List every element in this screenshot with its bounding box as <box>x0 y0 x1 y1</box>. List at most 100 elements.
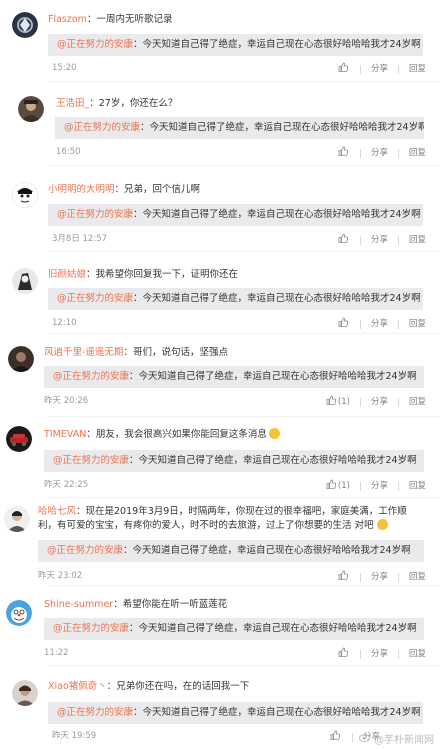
reply-button[interactable]: 回复 <box>409 318 426 330</box>
quoted-post[interactable]: @正在努力的安康：今天知道自己得了绝症，幸运自己现在心态很好哈哈哈我才24岁啊 <box>48 702 423 724</box>
comment-text: 哈哈七风：现在是2019年3月9日，时隔两年，你现在过的很幸福吧，家庭美满，工作… <box>38 506 407 531</box>
divider <box>397 649 399 659</box>
share-button[interactable]: 分享 <box>371 63 388 75</box>
username-link[interactable]: 哈哈七风 <box>38 506 76 517</box>
username-link[interactable]: Flaszom <box>48 14 87 25</box>
timestamp: 昨天 22:25 <box>44 480 89 490</box>
like-button[interactable] <box>338 146 350 160</box>
like-count: (1) <box>337 481 350 491</box>
quoted-post[interactable]: @正在努力的安康：今天知道自己得了绝症，幸运自己现在心态很好哈哈哈我才24岁啊 <box>44 618 424 640</box>
avatar[interactable] <box>6 600 32 626</box>
share-button[interactable]: 分享 <box>371 147 388 159</box>
share-button[interactable]: 分享 <box>371 648 388 660</box>
quoted-user-link[interactable]: @正在努力的安康 <box>57 39 133 50</box>
quoted-user-link[interactable]: @正在努力的安康 <box>57 707 133 718</box>
avatar[interactable] <box>6 426 32 452</box>
share-button[interactable]: 分享 <box>371 318 388 330</box>
comment-text: 旧颜姑娘：我希望你回复我一下，证明你还在 <box>48 269 239 280</box>
quoted-user-link[interactable]: @正在努力的安康 <box>57 293 133 304</box>
like-button[interactable] <box>338 317 350 331</box>
divider <box>397 572 399 582</box>
avatar[interactable] <box>12 12 38 38</box>
reply-button[interactable]: 回复 <box>409 480 426 492</box>
reply-button[interactable]: 回复 <box>409 234 426 246</box>
thumbs-up-icon <box>338 570 349 584</box>
action-bar: 分享 回复 <box>338 647 426 661</box>
username-link[interactable]: TIMEVAN <box>44 429 86 440</box>
share-button[interactable]: 分享 <box>371 480 388 492</box>
share-button[interactable]: 分享 <box>371 234 388 246</box>
divider <box>397 397 399 407</box>
quoted-user-link[interactable]: @正在努力的安康 <box>47 545 123 556</box>
timestamp: 16:50 <box>56 147 81 157</box>
quoted-user-link[interactable]: @正在努力的安康 <box>53 455 129 466</box>
username-link[interactable]: Xiao猪佩奇丶 <box>48 681 107 692</box>
reply-button[interactable]: 回复 <box>409 648 426 660</box>
quoted-post[interactable]: @正在努力的安康：今天知道自己得了绝症，幸运自己现在心态很好哈哈哈我才24岁啊 <box>44 450 424 472</box>
quoted-post[interactable]: @正在努力的安康：今天知道自己得了绝症，幸运自己现在心态很好哈哈哈我才24岁啊 <box>48 34 423 56</box>
avatar[interactable] <box>4 506 30 532</box>
quoted-post[interactable]: @正在努力的安康：今天知道自己得了绝症，幸运自己现在心态很好哈哈哈我才24岁啊 <box>48 288 423 310</box>
reply-button[interactable]: 回复 <box>409 396 426 408</box>
divider <box>359 235 361 245</box>
thumbs-up-icon <box>338 233 349 247</box>
like-button[interactable]: (1) <box>326 479 350 493</box>
comment-item: 小明明的大明明：兄弟，回个信儿啊 @正在努力的安康：今天知道自己得了绝症，幸运自… <box>0 166 440 252</box>
quoted-post[interactable]: @正在努力的安康：今天知道自己得了绝症，幸运自己现在心态很好哈哈哈我才24岁啊 <box>38 540 424 562</box>
comment-item: 王浩田_：27岁，你还在么？ @正在努力的安康：今天知道自己得了绝症，幸运自己现… <box>0 82 440 166</box>
action-bar: 分享 回复 <box>338 62 426 76</box>
reply-button[interactable]: 回复 <box>409 571 426 583</box>
like-button[interactable]: (1) <box>326 395 350 409</box>
comment-item: Flaszom：一周内无听歌记录 @正在努力的安康：今天知道自己得了绝症，幸运自… <box>0 0 440 82</box>
avatar[interactable] <box>12 268 38 294</box>
share-button[interactable]: 分享 <box>371 571 388 583</box>
avatar[interactable] <box>12 182 38 208</box>
like-button[interactable] <box>338 647 350 661</box>
quoted-user-link[interactable]: @正在努力的安康 <box>53 623 129 634</box>
quoted-post[interactable]: @正在努力的安康：今天知道自己得了绝症，幸运自己现在心态很好哈哈哈我才24岁啊 <box>44 366 424 388</box>
username-link[interactable]: 风逍千里-遥遥无期 <box>44 347 123 358</box>
smile-emoji-icon <box>268 428 280 439</box>
username-link[interactable]: 王浩田_ <box>56 98 89 109</box>
action-bar: 分享 回复 <box>338 146 426 160</box>
reply-button[interactable]: 回复 <box>409 147 426 159</box>
separator <box>48 416 440 417</box>
username-link[interactable]: Shine-summer <box>44 599 113 610</box>
divider <box>359 148 361 158</box>
share-button[interactable]: 分享 <box>371 396 388 408</box>
divider <box>359 397 361 407</box>
avatar[interactable] <box>12 680 38 706</box>
comment-text: 风逍千里-遥遥无期：哥们，说句话，坚强点 <box>44 347 228 358</box>
quoted-post[interactable]: @正在努力的安康：今天知道自己得了绝症，幸运自己现在心态很好哈哈哈我才24岁啊 <box>48 204 423 226</box>
avatar[interactable] <box>8 346 34 372</box>
quoted-user-link[interactable]: @正在努力的安康 <box>57 209 133 220</box>
thumbs-up-icon <box>338 317 349 331</box>
thumbs-up-icon <box>338 62 349 76</box>
weibo-logo-icon <box>359 732 371 745</box>
quoted-user-link[interactable]: @正在努力的安康 <box>53 371 129 382</box>
like-button[interactable] <box>330 730 342 744</box>
smile-emoji-icon <box>376 519 388 530</box>
divider <box>351 732 353 742</box>
comment-item: Shine-summer：希望你能在听一听蓝莲花 @正在努力的安康：今天知道自己… <box>0 586 440 666</box>
like-button[interactable] <box>338 233 350 247</box>
avatar[interactable] <box>18 96 44 122</box>
divider <box>397 319 399 329</box>
action-bar: 分享 回复 <box>338 233 426 247</box>
username-link[interactable]: 旧颜姑娘 <box>48 269 86 280</box>
like-button[interactable] <box>338 62 350 76</box>
timestamp: 昨天 20:26 <box>44 396 89 406</box>
username-link[interactable]: 小明明的大明明 <box>48 184 115 195</box>
comment-text: Shine-summer：希望你能在听一听蓝莲花 <box>44 599 228 610</box>
reply-button[interactable]: 回复 <box>409 63 426 75</box>
thumbs-up-icon <box>338 146 349 160</box>
quoted-user-link[interactable]: @正在努力的安康 <box>64 122 140 133</box>
quoted-post[interactable]: @正在努力的安康：今天知道自己得了绝症，幸运自己现在心态很好哈哈哈我才24岁啊 <box>55 117 424 139</box>
watermark: @芋朴新闻网 <box>359 731 434 746</box>
like-button[interactable] <box>338 570 350 584</box>
action-bar: (1) 分享 回复 <box>326 479 426 493</box>
action-bar: 分享 回复 <box>338 570 426 584</box>
comment-text: 小明明的大明明：兄弟，回个信儿啊 <box>48 184 201 195</box>
timestamp: 昨天 23:02 <box>38 571 83 581</box>
comment-item: 风逍千里-遥遥无期：哥们，说句话，坚强点 @正在努力的安康：今天知道自己得了绝症… <box>0 334 440 420</box>
